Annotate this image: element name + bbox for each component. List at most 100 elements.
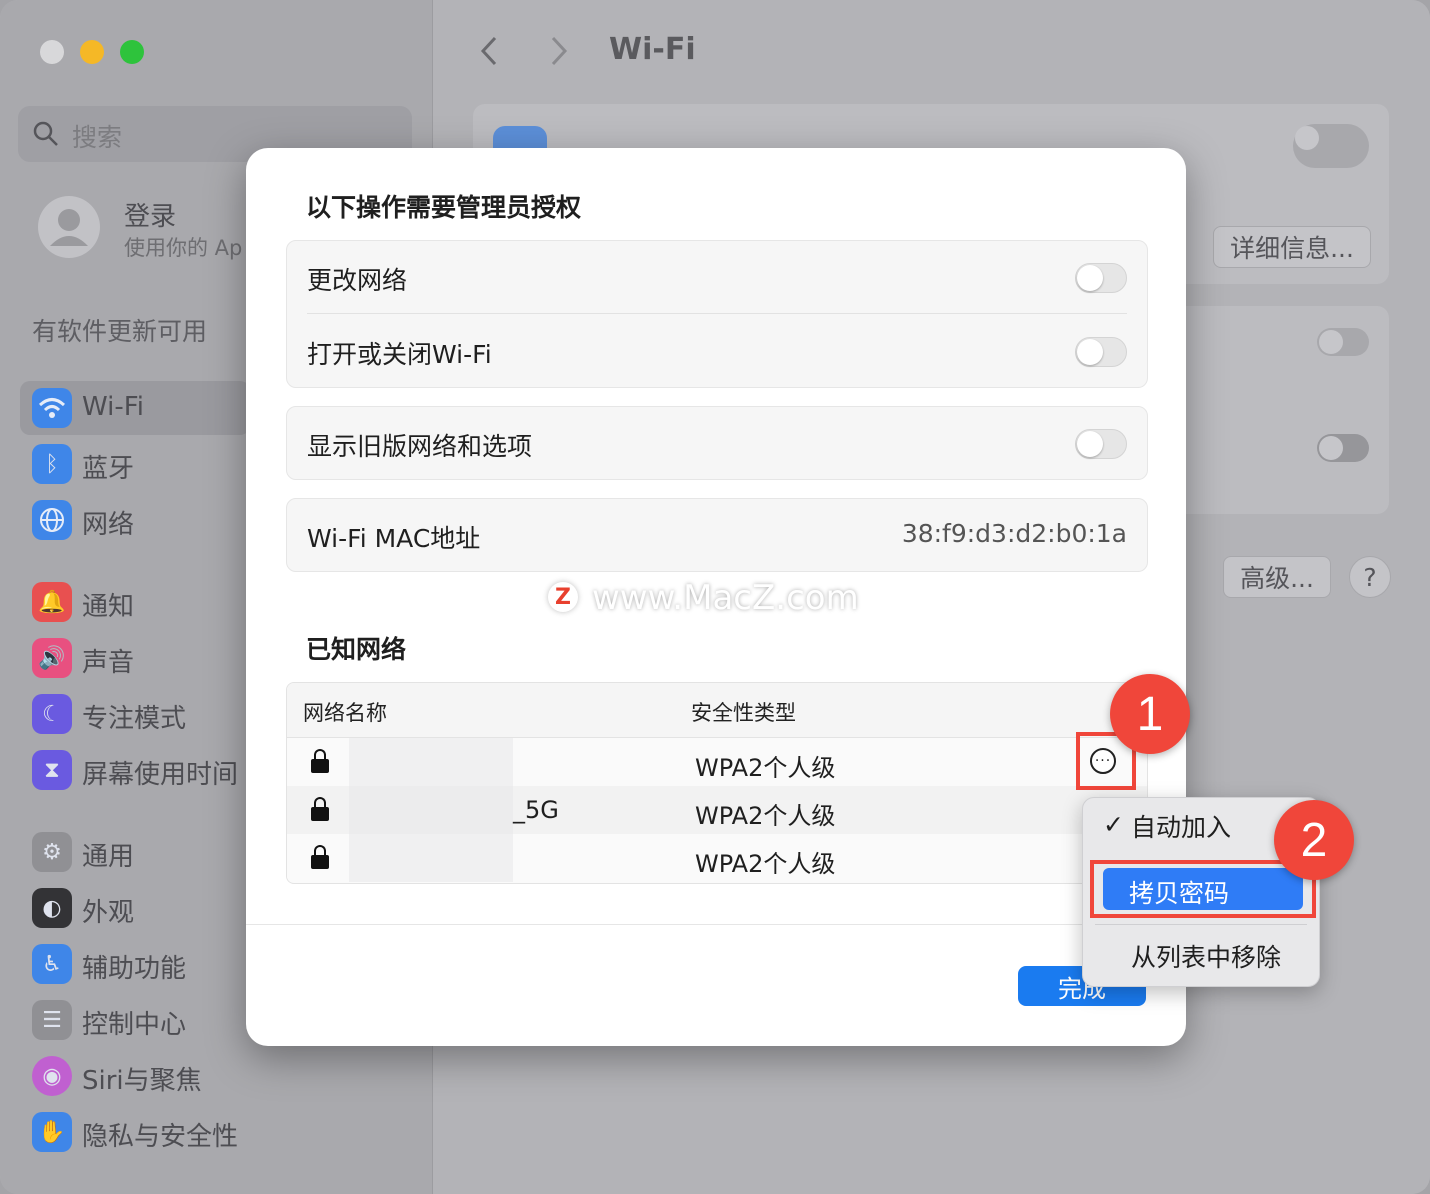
sidebar-item-network[interactable]: 网络 [20, 493, 250, 547]
redacted-network-name [349, 738, 513, 786]
column-header-security[interactable]: 安全性类型 [691, 697, 796, 727]
sidebar-item-label: 声音 [82, 648, 135, 678]
sidebar-item-focus[interactable]: ☾ 专注模式 [20, 687, 250, 741]
highlight-box [1090, 860, 1316, 918]
back-chevron-icon[interactable] [477, 34, 501, 68]
legacy-networks-toggle[interactable] [1075, 429, 1127, 459]
moon-icon: ☾ [32, 694, 72, 734]
divider [307, 313, 1127, 314]
menu-item-auto-join[interactable]: 自动加入 [1131, 808, 1231, 844]
network-security: WPA2个人级 [695, 850, 836, 878]
column-header-name[interactable]: 网络名称 [303, 697, 387, 727]
sidebar-item-label: Wi-Fi [82, 392, 145, 422]
setting-toggle[interactable] [1317, 328, 1369, 356]
sidebar-item-label: 辅助功能 [82, 954, 187, 984]
bell-icon: 🔔 [32, 582, 72, 622]
zoom-window-button[interactable] [120, 40, 144, 64]
sidebar-item-siri[interactable]: ◉ Siri与聚焦 [20, 1049, 250, 1103]
network-security: WPA2个人级 [695, 754, 836, 782]
sidebar-item-label: 网络 [82, 510, 135, 540]
redacted-network-name [349, 834, 513, 882]
sidebar-item-label: 蓝牙 [82, 454, 135, 484]
close-window-button[interactable] [40, 40, 64, 64]
table-row[interactable]: _5G WPA2个人级 [287, 786, 1147, 834]
account-subtitle: 使用你的 Ap [124, 236, 243, 260]
watermark-text: www.MacZ.com [592, 578, 859, 618]
advanced-button[interactable]: 高级... [1223, 556, 1331, 598]
wifi-icon [32, 388, 72, 428]
mac-address-value: 38:f9:d3:d2:b0:1a [901, 519, 1127, 548]
toggles-icon: ☰ [32, 1000, 72, 1040]
sidebar-item-screen-time[interactable]: ⧗ 屏幕使用时间 [20, 743, 250, 797]
sidebar-item-general[interactable]: ⚙ 通用 [20, 825, 250, 879]
sidebar-item-label: 控制中心 [82, 1010, 187, 1040]
sidebar-item-label: 专注模式 [82, 704, 187, 734]
more-options-icon[interactable]: ··· [1090, 748, 1116, 774]
menu-divider [1095, 924, 1307, 925]
setting-toggle[interactable] [1317, 434, 1369, 462]
page-title: Wi-Fi [609, 32, 696, 67]
globe-icon [32, 500, 72, 540]
toggle-wifi-toggle[interactable] [1075, 337, 1127, 367]
account-name[interactable]: 登录 [124, 196, 176, 233]
help-button[interactable]: ? [1349, 556, 1391, 598]
person-icon [50, 209, 88, 246]
lock-icon [311, 749, 329, 773]
toggle-wifi-label: 打开或关闭Wi-Fi [307, 340, 492, 369]
change-network-label: 更改网络 [307, 266, 408, 295]
lock-icon [311, 845, 329, 869]
known-networks-table: 网络名称 安全性类型 WPA2个人级 _5G WPA2个人级 WPA2个人级 [286, 682, 1148, 884]
accessibility-icon: ♿ [32, 944, 72, 984]
speaker-icon: 🔊 [32, 638, 72, 678]
hourglass-icon: ⧗ [32, 750, 72, 790]
software-update-notice[interactable]: 有软件更新可用 [32, 312, 207, 348]
search-placeholder: 搜索 [72, 123, 123, 152]
sidebar-item-wifi[interactable]: Wi-Fi [20, 381, 250, 435]
mac-address-label: Wi-Fi MAC地址 [307, 524, 481, 553]
sidebar-item-accessibility[interactable]: ♿ 辅助功能 [20, 937, 250, 991]
wifi-toggle[interactable] [1293, 124, 1369, 168]
details-button[interactable]: 详细信息... [1213, 226, 1371, 268]
network-name: _5G [513, 796, 559, 824]
table-header: 网络名称 安全性类型 [287, 683, 1147, 738]
legacy-networks-group: 显示旧版网络和选项 [286, 406, 1148, 480]
sidebar-item-label: 外观 [82, 898, 135, 928]
admin-options-group: 更改网络 打开或关闭Wi-Fi [286, 240, 1148, 388]
step-badge-1: 1 [1110, 674, 1190, 754]
sidebar-item-label: 通知 [82, 592, 135, 622]
sidebar-item-privacy[interactable]: ✋ 隐私与安全性 [20, 1105, 250, 1159]
change-network-toggle[interactable] [1075, 263, 1127, 293]
mac-address-group: Wi-Fi MAC地址 38:f9:d3:d2:b0:1a [286, 498, 1148, 572]
table-row[interactable]: WPA2个人级 [287, 738, 1147, 786]
minimize-window-button[interactable] [80, 40, 104, 64]
avatar[interactable] [38, 196, 100, 258]
network-security: WPA2个人级 [695, 802, 836, 830]
admin-section-title: 以下操作需要管理员授权 [306, 193, 582, 222]
forward-chevron-icon[interactable] [547, 34, 571, 68]
sidebar-item-label: 屏幕使用时间 [82, 760, 239, 790]
watermark-logo-icon: Z [548, 582, 578, 612]
hand-icon: ✋ [32, 1112, 72, 1152]
sidebar-item-label: 隐私与安全性 [82, 1122, 239, 1152]
menu-item-remove[interactable]: 从列表中移除 [1131, 938, 1281, 974]
siri-icon: ◉ [32, 1056, 72, 1096]
sidebar-item-label: Siri与聚焦 [82, 1066, 202, 1096]
sidebar-item-bluetooth[interactable]: ᛒ 蓝牙 [20, 437, 250, 491]
sidebar-item-sound[interactable]: 🔊 声音 [20, 631, 250, 685]
checkmark-icon: ✓ [1103, 810, 1124, 839]
known-networks-title: 已知网络 [306, 635, 407, 664]
footer-divider [246, 924, 1186, 925]
search-icon [33, 121, 58, 146]
sidebar-item-appearance[interactable]: ◐ 外观 [20, 881, 250, 935]
gear-icon: ⚙ [32, 832, 72, 872]
known-networks-dialog: 以下操作需要管理员授权 更改网络 打开或关闭Wi-Fi 显示旧版网络和选项 Wi… [246, 148, 1186, 1046]
sidebar-item-label: 通用 [82, 842, 135, 872]
lock-icon [311, 797, 329, 821]
sidebar-item-notifications[interactable]: 🔔 通知 [20, 575, 250, 629]
table-row[interactable]: WPA2个人级 [287, 834, 1147, 882]
step-badge-2: 2 [1274, 800, 1354, 880]
bluetooth-icon: ᛒ [32, 444, 72, 484]
legacy-networks-label: 显示旧版网络和选项 [307, 432, 533, 461]
redacted-network-name [349, 786, 513, 834]
sidebar-item-control-center[interactable]: ☰ 控制中心 [20, 993, 250, 1047]
